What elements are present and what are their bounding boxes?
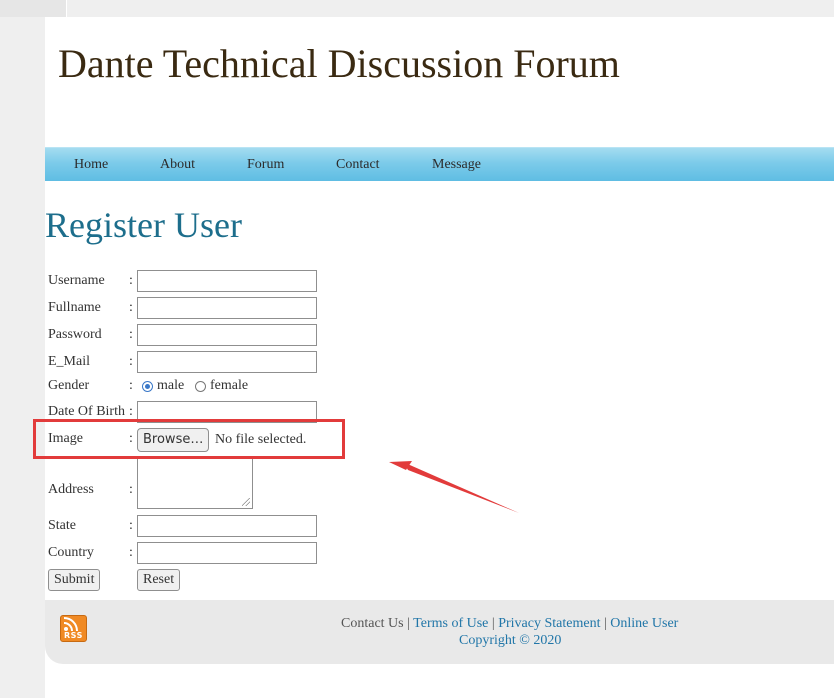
- footer-links: Contact Us | Terms of Use | Privacy Stat…: [341, 616, 678, 632]
- country-label: Country: [48, 545, 94, 560]
- username-input[interactable]: [137, 270, 317, 292]
- colon: :: [129, 482, 133, 497]
- form-buttons-row: Submit Reset: [48, 569, 248, 591]
- colon: :: [129, 273, 133, 288]
- email-input[interactable]: [137, 351, 317, 373]
- gender-row: Gender : male female: [48, 377, 348, 399]
- footer-link-contact[interactable]: Contact Us: [341, 616, 404, 631]
- colon: :: [129, 518, 133, 533]
- state-input[interactable]: [137, 515, 317, 537]
- dob-label: Date Of Birth: [48, 404, 125, 419]
- gender-label: Gender: [48, 378, 90, 393]
- colon: :: [129, 404, 133, 419]
- colon: :: [129, 300, 133, 315]
- submit-button[interactable]: Submit: [48, 569, 101, 591]
- female-radio[interactable]: [195, 380, 206, 392]
- gender-option-female[interactable]: female: [195, 378, 248, 394]
- username-label: Username: [48, 273, 105, 288]
- site-title: Dante Technical Discussion Forum: [58, 41, 620, 86]
- female-label: female: [210, 378, 249, 393]
- footer-link-online-user[interactable]: Online User: [610, 616, 678, 631]
- annotation-highlight-box: [33, 419, 345, 459]
- fullname-input[interactable]: [137, 297, 317, 319]
- rss-icon[interactable]: RSS: [60, 615, 87, 642]
- footer-separator: |: [491, 616, 495, 631]
- colon: :: [129, 354, 133, 369]
- nav-item-message[interactable]: Message: [432, 157, 481, 173]
- male-label: male: [157, 378, 185, 393]
- footer-separator: |: [407, 616, 410, 631]
- footer-link-privacy[interactable]: Privacy Statement: [498, 616, 600, 631]
- nav-item-about[interactable]: About: [160, 157, 195, 173]
- reset-button[interactable]: Reset: [137, 569, 181, 591]
- address-label: Address: [48, 482, 94, 497]
- gender-option-male[interactable]: male: [142, 378, 184, 394]
- rss-label: RSS: [64, 631, 83, 640]
- page-container: Dante Technical Discussion Forum Home Ab…: [45, 17, 834, 698]
- footer-link-terms[interactable]: Terms of Use: [413, 616, 488, 631]
- page-title: Register User: [45, 205, 242, 245]
- colon: :: [129, 545, 133, 560]
- nav-item-forum[interactable]: Forum: [247, 157, 284, 173]
- password-input[interactable]: [137, 324, 317, 346]
- header: Dante Technical Discussion Forum: [45, 17, 834, 147]
- top-tab: [0, 0, 67, 17]
- state-label: State: [48, 518, 76, 533]
- footer: RSS Contact Us | Terms of Use | Privacy …: [45, 600, 834, 664]
- colon: :: [129, 378, 133, 393]
- nav-bar: Home About Forum Contact Message: [45, 147, 834, 181]
- country-input[interactable]: [137, 542, 317, 564]
- nav-item-home[interactable]: Home: [74, 157, 108, 173]
- nav-item-contact[interactable]: Contact: [336, 157, 380, 173]
- fullname-label: Fullname: [48, 300, 101, 315]
- male-radio[interactable]: [142, 380, 153, 392]
- email-label: E_Mail: [48, 354, 90, 369]
- copyright: Copyright © 2020: [459, 633, 562, 648]
- address-textarea[interactable]: [137, 457, 253, 509]
- footer-separator: |: [603, 616, 607, 631]
- resize-grip-icon[interactable]: [242, 498, 250, 506]
- colon: :: [129, 327, 133, 342]
- password-label: Password: [48, 327, 102, 342]
